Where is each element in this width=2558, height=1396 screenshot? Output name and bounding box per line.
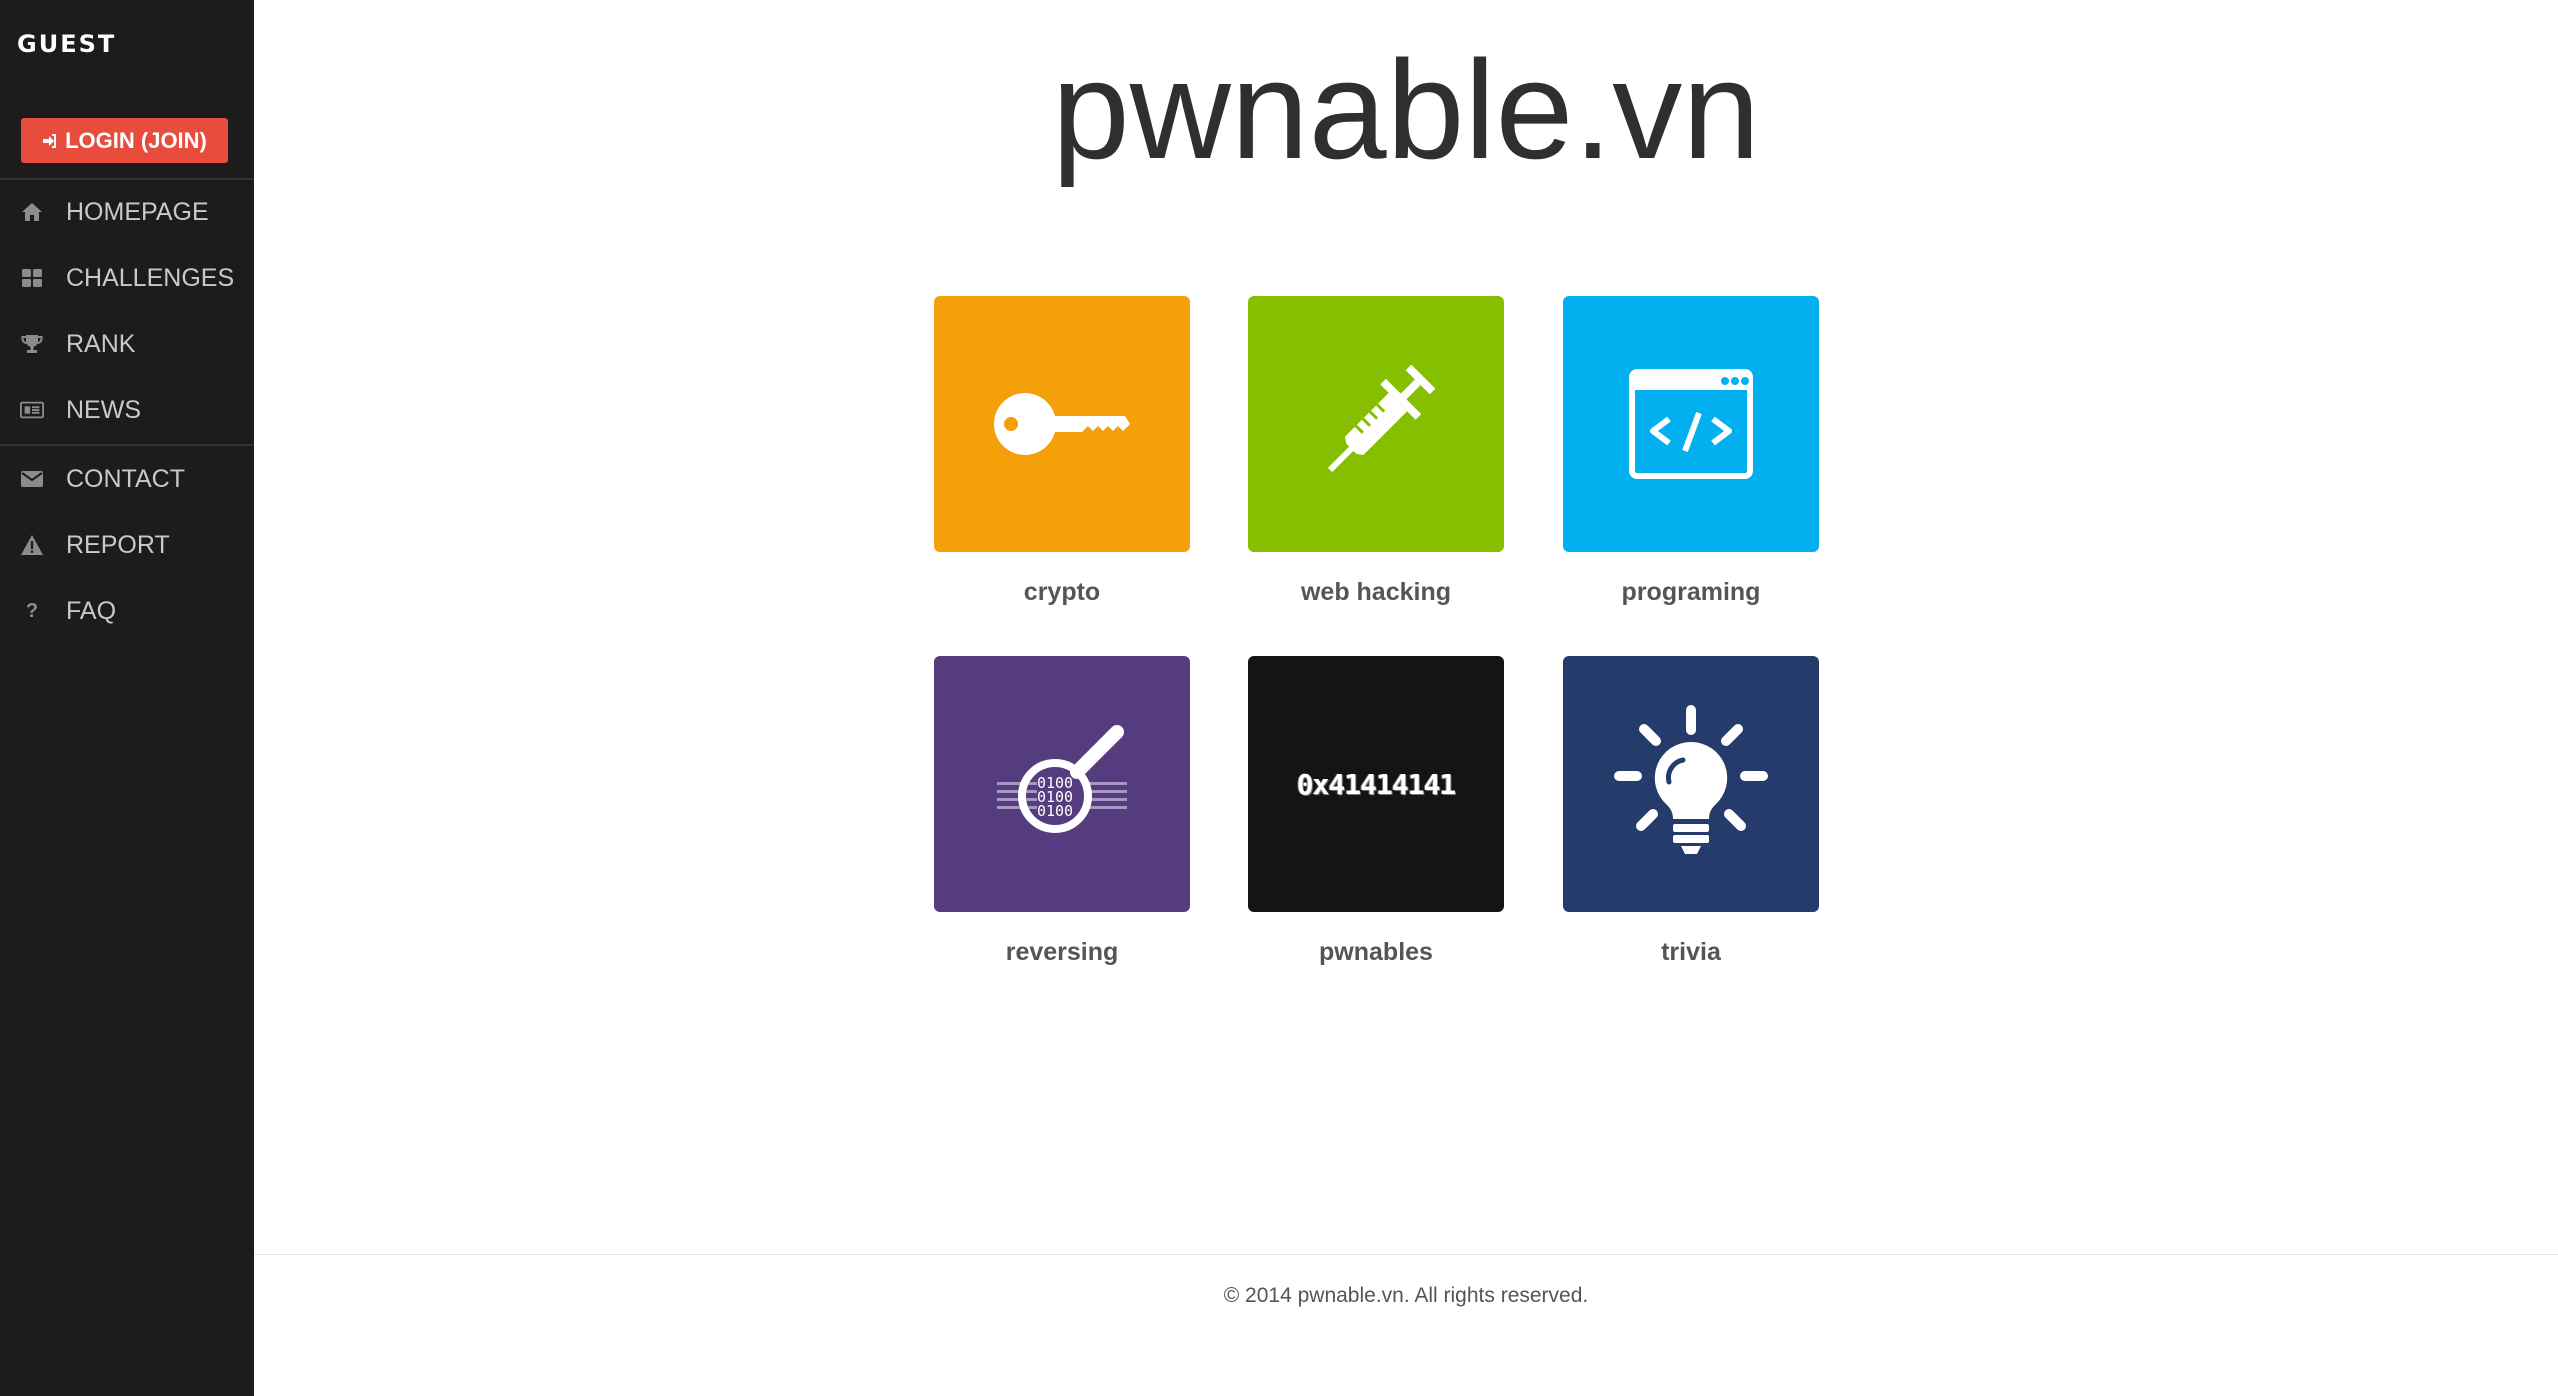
- warning-icon: [20, 533, 44, 557]
- category-tile-programing[interactable]: [1563, 296, 1819, 552]
- user-name: GUEST: [17, 30, 117, 58]
- login-button-label: LOGIN (JOIN): [65, 127, 207, 153]
- category-label-web-hacking[interactable]: web hacking: [1248, 578, 1504, 607]
- sidebar-item-label: FAQ: [66, 596, 117, 625]
- sidebar-item-contact[interactable]: CONTACT: [0, 446, 254, 512]
- sidebar-item-rank[interactable]: RANK: [0, 311, 254, 377]
- sidebar-item-faq[interactable]: ? FAQ: [0, 578, 254, 644]
- category-label-crypto[interactable]: crypto: [934, 578, 1190, 607]
- code-window-icon: [1629, 369, 1753, 479]
- category-tile-web-hacking[interactable]: [1248, 296, 1504, 552]
- category-tile-crypto[interactable]: [934, 296, 1190, 552]
- question-icon: ?: [25, 599, 39, 622]
- footer-divider: [254, 1254, 2558, 1255]
- hex-text-icon: 0x41414141: [1296, 767, 1457, 801]
- login-button[interactable]: LOGIN (JOIN): [21, 118, 228, 163]
- binary-text: 0100: [1036, 802, 1074, 820]
- footer-copyright: © 2014 pwnable.vn. All rights reserved.: [1223, 1284, 1589, 1307]
- category-label-reversing[interactable]: reversing: [934, 938, 1190, 967]
- sidebar-item-label: CONTACT: [66, 464, 185, 493]
- sidebar: GUEST LOGIN (JOIN) HOMEPAGE CHALLENGES R…: [0, 0, 254, 1396]
- home-icon: [20, 200, 44, 224]
- grid-icon: [20, 266, 44, 290]
- category-tile-pwnables[interactable]: 0x41414141: [1248, 656, 1504, 912]
- category-tile-trivia[interactable]: [1563, 656, 1819, 912]
- envelope-icon: [20, 467, 44, 491]
- category-label-programing[interactable]: programing: [1563, 578, 1819, 607]
- trophy-icon: [20, 332, 44, 356]
- sidebar-item-report[interactable]: REPORT: [0, 512, 254, 578]
- site-title: pwnable.vn: [1051, 31, 1761, 188]
- syringe-icon: [1327, 364, 1436, 473]
- sidebar-item-homepage[interactable]: HOMEPAGE: [0, 179, 254, 245]
- category-label-trivia[interactable]: trivia: [1563, 938, 1819, 967]
- magnifier-binary-icon: 0100 0100 0100: [997, 724, 1127, 844]
- sidebar-item-label: REPORT: [66, 530, 170, 559]
- lightbulb-icon: [1614, 705, 1768, 854]
- sidebar-item-label: HOMEPAGE: [66, 197, 209, 226]
- sidebar-item-label: CHALLENGES: [66, 263, 235, 292]
- sidebar-item-news[interactable]: NEWS: [0, 377, 254, 443]
- sidebar-item-label: RANK: [66, 329, 136, 358]
- key-icon: [994, 393, 1130, 455]
- sidebar-item-challenges[interactable]: CHALLENGES: [0, 245, 254, 311]
- sign-in-icon: [42, 133, 58, 149]
- category-label-pwnables[interactable]: pwnables: [1248, 938, 1504, 967]
- sidebar-item-label: NEWS: [66, 395, 141, 424]
- category-tile-reversing[interactable]: 0100 0100 0100: [934, 656, 1190, 912]
- newspaper-icon: [20, 398, 44, 422]
